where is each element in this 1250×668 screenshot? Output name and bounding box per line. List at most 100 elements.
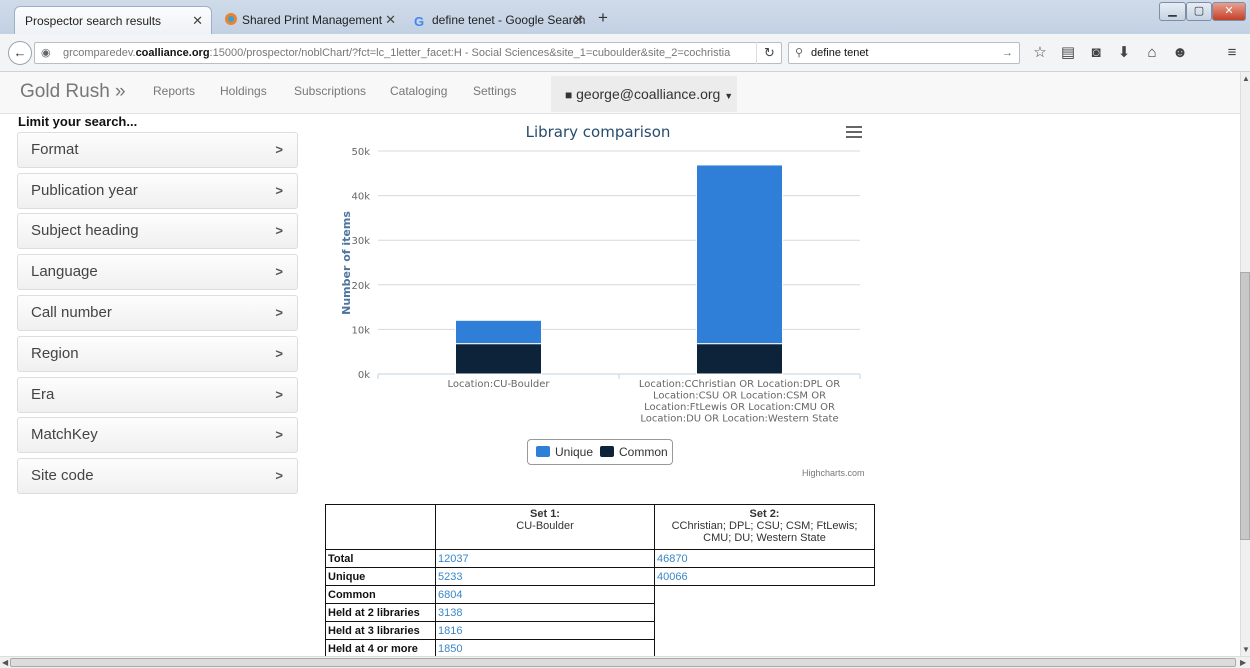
facet-subject-heading[interactable]: Subject heading > <box>17 213 298 249</box>
user-menu[interactable]: ■ george@coalliance.org ▼ <box>551 76 737 112</box>
bookmarks-list-icon[interactable]: ▤ <box>1058 44 1078 62</box>
tab-google[interactable]: Gdefine tenet - Google Search ✕ <box>404 6 592 34</box>
site-info-icon[interactable]: ◉ <box>41 43 51 63</box>
facet-label: Site code <box>31 467 94 484</box>
legend-label: Common <box>619 445 668 459</box>
nav-settings[interactable]: Settings <box>473 84 516 98</box>
home-icon[interactable]: ⌂ <box>1142 44 1162 62</box>
empty-cell <box>654 585 875 604</box>
chat-icon[interactable]: ☻ <box>1170 44 1190 62</box>
scroll-left-icon[interactable]: ◀ <box>2 658 8 667</box>
browser-nav-bar: ← ◉ grcomparedev.coalliance.org:15000/pr… <box>0 34 1250 72</box>
facet-matchkey[interactable]: MatchKey > <box>17 417 298 453</box>
facet-label: Language <box>31 263 98 280</box>
x-tick-label: Location:FtLewis OR Location:CMU OR <box>644 402 835 413</box>
empty-cell <box>655 640 875 658</box>
x-tick-label: Location:CChristian OR Location:DPL OR <box>639 379 840 390</box>
menu-icon[interactable]: ≡ <box>1222 44 1242 62</box>
set2-title: Set 2: <box>749 508 780 520</box>
maximize-icon[interactable]: ▢ <box>1186 2 1212 21</box>
table-row: Held at 2 libraries 3138 <box>325 603 875 622</box>
chart-legend: Unique Common <box>527 439 673 465</box>
set1-value[interactable]: 5233 <box>435 567 655 586</box>
set2-header: Set 2: CChristian; DPL; CSU; CSM; FtLewi… <box>654 504 875 550</box>
facet-label: Region <box>31 345 79 362</box>
nav-reports[interactable]: Reports <box>153 84 195 98</box>
go-arrow-icon[interactable]: → <box>1002 43 1013 63</box>
facet-call-number[interactable]: Call number > <box>17 295 298 331</box>
scroll-down-icon[interactable]: ▼ <box>1242 645 1250 654</box>
chevron-right-icon: > <box>275 468 283 483</box>
x-tick-label: Location:CU-Boulder <box>448 379 551 390</box>
facet-label: Subject heading <box>31 222 139 239</box>
legend-item-unique[interactable]: Unique <box>536 440 593 464</box>
nav-subscriptions[interactable]: Subscriptions <box>294 84 366 98</box>
scroll-up-icon[interactable]: ▲ <box>1242 74 1250 83</box>
chevron-right-icon: > <box>275 142 283 157</box>
bookmark-star-icon[interactable]: ☆ <box>1030 44 1050 62</box>
url-prefix: grcomparedev. <box>63 47 136 59</box>
close-window-icon[interactable]: ✕ <box>1212 2 1246 21</box>
chevron-right-icon: > <box>275 387 283 402</box>
y-tick-label: 0k <box>358 370 370 381</box>
app-favicon-icon <box>224 8 238 25</box>
pocket-icon[interactable]: ◙ <box>1086 44 1106 62</box>
set1-value[interactable]: 1816 <box>435 621 655 640</box>
url-bar[interactable]: ◉ grcomparedev.coalliance.org:15000/pros… <box>34 42 782 64</box>
set1-value[interactable]: 3138 <box>435 603 655 622</box>
facet-era[interactable]: Era > <box>17 377 298 413</box>
chevron-right-icon: > <box>275 183 283 198</box>
google-icon: G <box>414 14 425 29</box>
nav-holdings[interactable]: Holdings <box>220 84 267 98</box>
chart-credit[interactable]: Highcharts.com <box>802 468 865 478</box>
set1-title: Set 1: <box>530 508 560 520</box>
vertical-scroll-thumb[interactable] <box>1240 272 1250 540</box>
facet-label: Format <box>31 141 79 158</box>
legend-swatch <box>536 446 550 457</box>
facet-region[interactable]: Region > <box>17 336 298 372</box>
table-header-row: Set 1: CU-Boulder Set 2: CChristian; DPL… <box>325 504 875 550</box>
row-label: Held at 3 libraries <box>325 621 436 640</box>
y-tick-label: 30k <box>351 236 370 247</box>
minimize-icon[interactable]: ▁ <box>1159 2 1186 21</box>
bar-common[interactable] <box>696 343 783 375</box>
chart-menu-icon[interactable] <box>846 126 862 140</box>
set2-value[interactable]: 40066 <box>654 567 875 586</box>
back-icon[interactable]: ← <box>8 41 32 65</box>
bar-common[interactable] <box>455 343 542 375</box>
facet-language[interactable]: Language > <box>17 254 298 290</box>
search-input[interactable]: ⚲ define tenet → <box>788 42 1020 64</box>
facet-label: Publication year <box>31 182 138 199</box>
x-tick-label: Location:CSU OR Location:CSM OR <box>653 391 826 402</box>
brand[interactable]: Gold Rush » <box>20 81 126 103</box>
reload-icon[interactable]: ↻ <box>756 42 782 64</box>
url-path: :15000/prospector/noblChart/?fct=lc_1let… <box>209 47 731 59</box>
horizontal-scroll-thumb[interactable] <box>10 658 1236 667</box>
tab-prospector[interactable]: Prospector search results ✕ <box>14 6 212 34</box>
tab-label: Shared Print Management <box>242 13 383 27</box>
facet-publication-year[interactable]: Publication year > <box>17 173 298 209</box>
close-icon[interactable]: ✕ <box>192 7 203 35</box>
close-icon[interactable]: ✕ <box>573 6 584 34</box>
set1-value[interactable]: 1850 <box>435 639 655 658</box>
bar-unique[interactable] <box>696 164 783 345</box>
nav-cataloging[interactable]: Cataloging <box>390 84 447 98</box>
set2-value[interactable]: 46870 <box>654 549 875 568</box>
set1-value[interactable]: 12037 <box>435 549 655 568</box>
browser-tab-bar: Prospector search results ✕ Shared Print… <box>0 0 1250 34</box>
legend-item-common[interactable]: Common <box>600 440 668 464</box>
search-icon: ⚲ <box>795 47 804 59</box>
download-icon[interactable]: ⬇ <box>1114 44 1134 62</box>
legend-label: Unique <box>555 445 594 459</box>
close-icon[interactable]: ✕ <box>385 6 396 34</box>
facet-format[interactable]: Format > <box>17 132 298 168</box>
bar-unique[interactable] <box>455 319 542 345</box>
chevron-right-icon: > <box>275 223 283 238</box>
scroll-right-icon[interactable]: ▶ <box>1240 658 1246 667</box>
new-tab-icon[interactable]: + <box>598 8 608 28</box>
row-label: Common <box>325 585 436 604</box>
facet-site-code[interactable]: Site code > <box>17 458 298 494</box>
chevron-right-icon: > <box>275 427 283 442</box>
set1-value[interactable]: 6804 <box>435 585 655 604</box>
tab-shared-print[interactable]: Shared Print Management ✕ <box>214 6 404 34</box>
